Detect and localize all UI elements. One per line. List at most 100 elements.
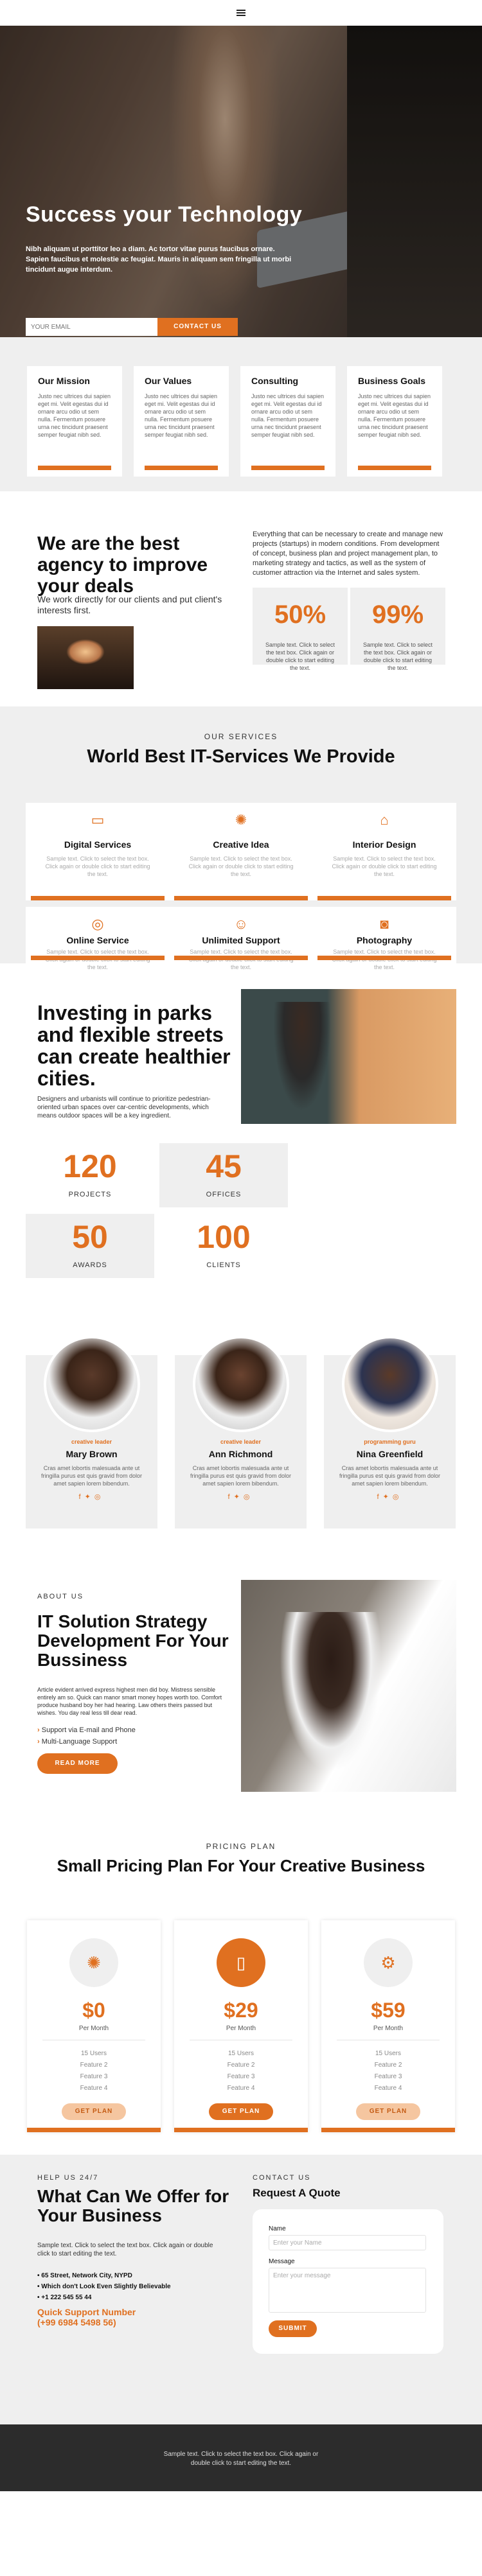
message-label: Message [269,2258,295,2265]
instagram-icon[interactable]: ◎ [94,1493,105,1501]
counter-label: CLIENTS [206,1261,241,1269]
accent-bar [358,466,431,470]
pricing-kicker: PRICING PLAN [206,1842,276,1851]
counter-value: 50 [72,1219,108,1255]
get-plan-button[interactable]: GET PLAN [356,2103,420,2120]
stat-card: 99% Sample text. Click to select the tex… [350,588,445,671]
contact-title: What Can We Offer for Your Business [37,2186,229,2225]
facebook-icon[interactable]: f [228,1493,234,1501]
counter-value: 45 [206,1148,242,1184]
pricing-card: ▯ $29 Per Month 15 Users Feature 2 Featu… [174,1920,308,2132]
hero-title: Success your Technology [26,202,303,227]
services-title: World Best IT-Services We Provide [87,746,395,767]
support-phone[interactable]: (+99 6984 5498 56) [37,2317,136,2327]
plan-feature: Feature 3 [374,2073,402,2080]
instagram-icon[interactable]: ◎ [244,1493,254,1501]
instagram-icon[interactable]: ◎ [393,1493,403,1501]
service-title: Online Service [66,935,129,945]
accent-bar [251,466,325,470]
support-number: Quick Support Number (+99 6984 5498 56) [37,2307,136,2327]
list-item: Support via E-mail and Phone [37,1724,136,1736]
email-input[interactable] [26,318,157,336]
service-text: Sample text. Click to select the text bo… [45,855,150,877]
submit-button[interactable]: SUBMIT [269,2320,317,2337]
agency-subtitle: We work directly for our clients and put… [37,594,222,615]
hero-section: Success your Technology Nibh aliquam ut … [0,26,482,337]
counter-label: OFFICES [206,1191,242,1198]
pricing-section: PRICING PLAN Small Pricing Plan For Your… [0,1824,482,2155]
plan-feature: 15 Users [375,2050,401,2057]
facebook-icon[interactable]: f [79,1493,85,1501]
twitter-icon[interactable]: ✦ [383,1493,393,1501]
about-section: ABOUT US IT Solution Strategy Developmen… [0,1561,482,1824]
team-card: programming guru Nina Greenfield Cras am… [324,1336,456,1529]
counter-block: 45 OFFICES [159,1143,288,1207]
service-card: ◎ Online Service Sample text. Click to s… [26,907,170,970]
feature-card: Business Goals Justo nec ultrices dui sa… [347,366,442,477]
services-section: OUR SERVICES World Best IT-Services We P… [0,706,482,970]
hamburger-icon[interactable] [237,10,245,16]
service-text: Sample text. Click to select the text bo… [188,855,294,877]
accent-bar [174,896,308,900]
accent-bar [174,956,308,960]
plan-feature: Feature 4 [80,2085,108,2092]
stat-text: Sample text. Click to select the text bo… [265,642,335,671]
accent-bar [27,2128,161,2132]
counter-block: 50 AWARDS [26,1214,154,1278]
contact-text: Sample text. Click to select the text bo… [37,2242,213,2257]
plan-feature: Feature 2 [227,2062,255,2069]
hero-text: Nibh aliquam ut porttitor leo a diam. Ac… [26,245,292,274]
list-item: Multi-Language Support [37,1736,136,1748]
counter-value: 120 [63,1148,117,1184]
service-card: ◙ Photography Sample text. Click to sele… [312,907,456,970]
name-field[interactable]: Enter your Name [269,2235,426,2250]
woman-phone-photo [241,1580,456,1792]
feature-title: Business Goals [358,376,426,386]
about-kicker: ABOUT US [37,1593,84,1600]
feature-title: Our Values [145,376,192,386]
plan-price: $0 [82,1999,105,2022]
contact-list: 65 Street, Network City, NYPD Which don'… [37,2270,170,2303]
feature-title: Our Mission [38,376,90,386]
accent-bar [31,956,165,960]
contact-kicker: HELP US 24/7 [37,2174,99,2182]
service-card: ⌂ Interior Design Sample text. Click to … [312,803,456,900]
service-title: Creative Idea [213,839,269,850]
stat-value: 50% [274,600,326,629]
plan-period: Per Month [226,2025,256,2032]
feature-card: Our Values Justo nec ultrices dui sapien… [134,366,229,477]
service-text: Sample text. Click to select the text bo… [332,855,437,877]
read-more-button[interactable]: READ MORE [37,1753,118,1774]
feature-text: Justo nec ultrices dui sapien eget mi. V… [145,393,218,438]
member-bio: Cras amet lobortis malesuada ante ut fri… [339,1465,441,1487]
twitter-icon[interactable]: ✦ [85,1493,94,1501]
form-title: Request A Quote [253,2187,341,2199]
accent-bar [321,2128,455,2132]
user-icon: ☺ [233,916,249,932]
feature-text: Justo nec ultrices dui sapien eget mi. V… [358,393,431,438]
facebook-icon[interactable]: f [377,1493,383,1501]
contact-us-button[interactable]: CONTACT US [157,318,238,336]
twitter-icon[interactable]: ✦ [234,1493,244,1501]
feature-card: Consulting Justo nec ultrices dui sapien… [240,366,335,477]
get-plan-button[interactable]: GET PLAN [62,2103,126,2120]
name-label: Name [269,2225,286,2232]
plan-price: $29 [224,1999,258,2022]
list-item: Which don't Look Even Slightly Believabl… [37,2281,170,2292]
service-card: ▭ Digital Services Sample text. Click to… [26,803,170,900]
member-name: Nina Greenfield [356,1449,424,1459]
stat-value: 99% [371,600,424,629]
get-plan-button[interactable]: GET PLAN [209,2103,273,2120]
service-card: ☺ Unlimited Support Sample text. Click t… [169,907,313,970]
feature-title: Consulting [251,376,299,386]
service-title: Interior Design [352,839,416,850]
message-field[interactable]: Enter your message [269,2268,426,2313]
contact-section: HELP US 24/7 What Can We Offer for Your … [0,2155,482,2424]
member-name: Ann Richmond [208,1449,273,1459]
team-card: creative leader Mary Brown Cras amet lob… [26,1336,157,1529]
plan-feature: Feature 4 [227,2085,255,2092]
about-text: Article evident arrived express highest … [37,1687,222,1716]
avatar [192,1336,289,1432]
member-role: creative leader [71,1439,112,1445]
member-name: Mary Brown [66,1449,118,1459]
